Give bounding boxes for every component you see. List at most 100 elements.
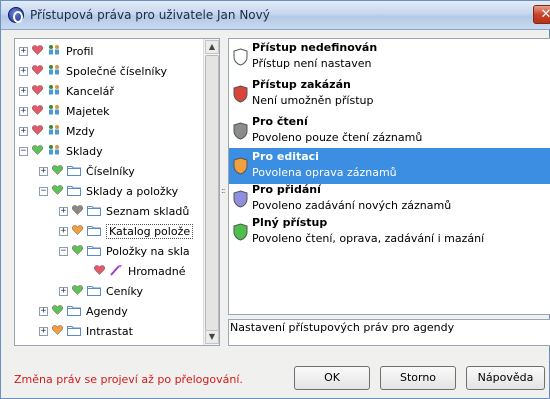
tree-item-label: Sklady a položky [86, 184, 179, 198]
permission-title: Plný přístup [252, 216, 328, 229]
folder-icon [67, 184, 86, 199]
tree-item[interactable]: + Seznam skladů [59, 201, 189, 221]
folder-icon [87, 284, 106, 299]
app-icon [8, 7, 24, 23]
tree-item[interactable]: + Číselníky [39, 161, 135, 181]
permission-list[interactable]: Přístup nedefinován Přístup není nastaven… [228, 38, 550, 315]
folder-icon [87, 204, 106, 219]
tree-item[interactable]: − Položky na skla [59, 241, 190, 261]
cancel-button[interactable]: Storno [380, 366, 456, 390]
tree-scrollbar[interactable]: ▲ ▼ [203, 39, 219, 345]
tree-item[interactable]: + Agendy [39, 301, 128, 321]
folder-icon [87, 244, 106, 259]
scroll-down-button[interactable]: ▼ [205, 330, 219, 344]
relogin-note: Změna práv se projeví až po přelogování. [14, 373, 243, 386]
expand-toggle[interactable]: + [39, 166, 48, 176]
permission-heart-icon[interactable] [32, 64, 47, 78]
permission-heart-icon[interactable] [52, 304, 67, 318]
permission-heart-icon[interactable] [52, 184, 67, 198]
tree-item-label: Ceníky [106, 284, 143, 298]
tree-item-label: Katalog polože [106, 223, 194, 239]
tree-item-label: Seznam skladů [106, 204, 190, 218]
tree-item-label: Sklady [66, 144, 103, 158]
expand-toggle[interactable]: − [39, 186, 48, 196]
tree-item[interactable]: + Intrastat [39, 321, 133, 341]
tree-item-label: Kancelář [66, 84, 114, 98]
permission-item[interactable]: Pro přidání Povoleno zadávání nových zázn… [229, 181, 550, 217]
permission-item[interactable]: Přístup zakázán Není umožněn přístup [229, 76, 550, 112]
permission-heart-icon[interactable] [32, 104, 47, 118]
permission-description: Povoleno pouze čtení záznamů [252, 131, 423, 144]
tree-item[interactable]: + Ceníky [59, 281, 143, 301]
tree-item-label: Číselníky [86, 164, 135, 178]
expand-toggle[interactable]: + [59, 226, 68, 236]
permission-description: Povoleno zadávání nových záznamů [252, 199, 452, 212]
permission-item[interactable]: Přístup nedefinován Přístup není nastaven [229, 39, 550, 75]
folder-icon [67, 164, 86, 179]
close-button[interactable]: ✕ [533, 5, 550, 24]
expand-toggle[interactable]: − [59, 246, 68, 256]
wand-icon [109, 264, 128, 279]
tree-item-label: Majetek [66, 104, 110, 118]
expand-toggle[interactable]: + [39, 306, 48, 316]
permission-description: Povolena oprava záznamů [252, 166, 397, 179]
scroll-up-button[interactable]: ▲ [205, 40, 219, 54]
description-box: Nastavení přístupových práv pro agendy [228, 319, 550, 346]
people-icon [47, 124, 66, 139]
tree-item[interactable]: + Profil [19, 41, 93, 61]
tree-item[interactable]: − Sklady a položky [39, 181, 178, 201]
splitter-grip: :: [221, 186, 226, 195]
permission-heart-icon[interactable] [94, 264, 109, 278]
tree-item-label: Mzdy [66, 124, 95, 138]
permission-item[interactable]: Pro čtení Povoleno pouze čtení záznamů [229, 113, 550, 149]
permission-item[interactable]: Pro editaci Povolena oprava záznamů [229, 148, 550, 184]
permission-description: Není umožněn přístup [252, 94, 374, 107]
permission-heart-icon[interactable] [52, 324, 67, 338]
permission-heart-icon[interactable] [32, 84, 47, 98]
expand-toggle[interactable]: + [19, 106, 28, 116]
expand-toggle[interactable]: + [59, 206, 68, 216]
window-title: Přístupová práva pro uživatele Jan Nový [30, 8, 270, 22]
permission-heart-icon[interactable] [72, 224, 87, 238]
people-icon [47, 144, 66, 159]
help-button[interactable]: Nápověda [466, 366, 545, 390]
permission-heart-icon[interactable] [72, 284, 87, 298]
tree-item[interactable]: Hromadné [81, 261, 185, 281]
folder-icon [67, 324, 86, 339]
ok-button[interactable]: OK [294, 366, 370, 390]
tree-item[interactable]: + Společné číselníky [19, 61, 167, 81]
people-icon [47, 44, 66, 59]
permission-item[interactable]: Plný přístup Povoleno čtení, oprava, zadá… [229, 214, 550, 250]
expand-toggle[interactable]: + [19, 66, 28, 76]
expand-toggle[interactable]: + [19, 46, 28, 56]
tree-item-label: Společné číselníky [66, 64, 167, 78]
permissions-dialog: Přístupová práva pro uživatele Jan Nový … [0, 0, 550, 399]
permission-title: Pro čtení [252, 115, 308, 128]
permission-heart-icon[interactable] [72, 204, 87, 218]
agenda-tree[interactable]: + Profil + Společné číselníky + Kancelář + Maje… [14, 38, 220, 346]
tree-item-label: Intrastat [86, 324, 133, 338]
tree-item[interactable]: + Majetek [19, 101, 110, 121]
permission-heart-icon[interactable] [32, 44, 47, 58]
expand-toggle[interactable]: + [19, 126, 28, 136]
tree-item-label: Profil [66, 44, 94, 58]
expand-toggle[interactable]: + [39, 326, 48, 336]
expand-toggle[interactable]: + [59, 286, 68, 296]
permission-description: Přístup není nastaven [252, 57, 372, 70]
tree-item[interactable]: + Katalog polože [59, 221, 194, 241]
expand-toggle[interactable]: + [19, 86, 28, 96]
permission-heart-icon[interactable] [32, 124, 47, 138]
permission-heart-icon[interactable] [32, 144, 47, 158]
scroll-thumb[interactable] [205, 55, 219, 331]
tree-item[interactable]: − Sklady [19, 141, 103, 161]
title-bar: Přístupová práva pro uživatele Jan Nový … [1, 1, 550, 30]
permission-title: Pro editaci [252, 150, 319, 163]
tree-item[interactable]: + Mzdy [19, 121, 95, 141]
panel-splitter[interactable]: :: [220, 38, 228, 346]
permission-title: Přístup nedefinován [252, 41, 378, 54]
tree-item-label: Položky na skla [106, 244, 190, 258]
permission-heart-icon[interactable] [72, 244, 87, 258]
tree-item[interactable]: + Kancelář [19, 81, 114, 101]
permission-heart-icon[interactable] [52, 164, 67, 178]
expand-toggle[interactable]: − [19, 146, 28, 156]
